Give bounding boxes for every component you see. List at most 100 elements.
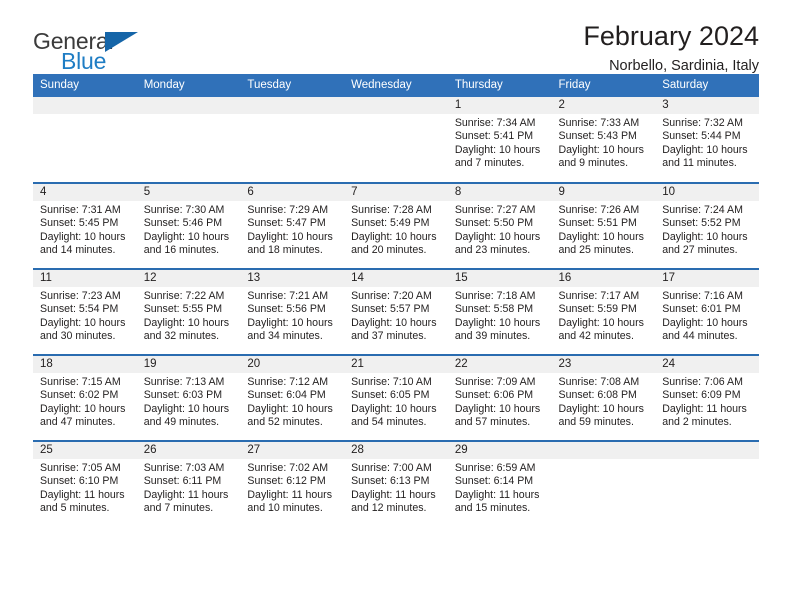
- daylight-text-line2: and 20 minutes.: [351, 244, 427, 257]
- day-cell[interactable]: 7 Sunrise: 7:28 AM Sunset: 5:49 PM Daylight…: [344, 182, 448, 269]
- sunrise-text: Sunrise: 7:10 AM: [351, 376, 432, 388]
- daylight-text-line2: and 7 minutes.: [143, 502, 214, 515]
- day-cell[interactable]: 24 Sunrise: 7:06 AM Sunset: 6:09 PM Dayligh…: [655, 354, 759, 441]
- day-cell[interactable]: 2 Sunrise: 7:33 AM Sunset: 5:43 PM Daylight…: [551, 97, 656, 183]
- day-details: Sunrise: 7:02 AM Sunset: 6:12 PM Daylight:…: [240, 459, 344, 516]
- day-number: [344, 97, 448, 114]
- daylight-text-line2: and 47 minutes.: [40, 416, 116, 429]
- sunset-text: Sunset: 5:43 PM: [558, 130, 637, 143]
- day-number: 28: [344, 442, 448, 459]
- day-cell[interactable]: 25 Sunrise: 7:05 AM Sunset: 6:10 PM Dayligh…: [33, 440, 137, 527]
- day-number: 25: [33, 442, 137, 459]
- daylight-text-line1: Daylight: 10 hours: [143, 230, 230, 243]
- sunset-text: Sunset: 5:59 PM: [558, 303, 637, 316]
- day-number: 8: [447, 184, 552, 201]
- daylight-text-line1: Daylight: 11 hours: [143, 488, 229, 501]
- day-number: 4: [33, 184, 137, 201]
- weekday-header-wednesday: Wednesday: [344, 74, 448, 97]
- daylight-text-line2: and 42 minutes.: [558, 330, 634, 343]
- sunrise-text: Sunrise: 7:15 AM: [40, 376, 121, 388]
- day-details: Sunrise: 6:59 AM Sunset: 6:14 PM Daylight:…: [448, 459, 552, 516]
- day-cell[interactable]: 4 Sunrise: 7:31 AM Sunset: 5:45 PM Daylight…: [33, 182, 137, 269]
- daylight-text-line1: Daylight: 10 hours: [454, 316, 541, 329]
- daylight-text-line1: Daylight: 10 hours: [662, 316, 748, 329]
- weekday-header-friday: Friday: [551, 74, 656, 97]
- day-cell[interactable]: 18 Sunrise: 7:15 AM Sunset: 6:02 PM Dayligh…: [33, 354, 137, 441]
- page-header: General Blue February 2024 Norbello, Sar…: [33, 0, 759, 74]
- sunrise-text: Sunrise: 7:26 AM: [558, 204, 640, 216]
- day-number: 26: [136, 442, 241, 459]
- day-details: Sunrise: 7:12 AM Sunset: 6:04 PM Daylight:…: [240, 373, 344, 430]
- daylight-text-line1: Daylight: 10 hours: [662, 230, 748, 243]
- sunset-text: Sunset: 5:54 PM: [40, 303, 119, 316]
- daylight-text-line1: Daylight: 11 hours: [662, 402, 747, 415]
- daylight-text-line2: and 18 minutes.: [247, 244, 323, 257]
- day-cell[interactable]: 3 Sunrise: 7:32 AM Sunset: 5:44 PM Daylight…: [655, 97, 759, 183]
- day-details: Sunrise: 7:24 AM Sunset: 5:52 PM Daylight:…: [655, 201, 759, 258]
- sunrise-text: Sunrise: 7:03 AM: [143, 462, 225, 474]
- calendar-week-row: 11 Sunrise: 7:23 AM Sunset: 5:54 PM Dayligh…: [33, 268, 759, 355]
- day-cell[interactable]: 17 Sunrise: 7:16 AM Sunset: 6:01 PM Dayligh…: [655, 268, 759, 355]
- day-cell[interactable]: 10 Sunrise: 7:24 AM Sunset: 5:52 PM Dayligh…: [655, 182, 759, 269]
- day-details: Sunrise: 7:20 AM Sunset: 5:57 PM Daylight:…: [344, 287, 448, 344]
- calendar-page: General Blue February 2024 Norbello, Sar…: [0, 0, 792, 612]
- day-cell[interactable]: 12 Sunrise: 7:22 AM Sunset: 5:55 PM Dayligh…: [136, 268, 241, 355]
- day-cell[interactable]: 5 Sunrise: 7:30 AM Sunset: 5:46 PM Daylight…: [136, 182, 241, 269]
- day-cell[interactable]: 26 Sunrise: 7:03 AM Sunset: 6:11 PM Dayligh…: [136, 440, 241, 527]
- day-cell[interactable]: 28 Sunrise: 7:00 AM Sunset: 6:13 PM Dayligh…: [344, 440, 448, 527]
- sunrise-text: Sunrise: 7:17 AM: [558, 290, 640, 302]
- day-cell-empty: [551, 440, 656, 527]
- calendar-week-row: 18 Sunrise: 7:15 AM Sunset: 6:02 PM Dayligh…: [33, 354, 759, 441]
- day-cell[interactable]: 9 Sunrise: 7:26 AM Sunset: 5:51 PM Daylight…: [551, 182, 656, 269]
- daylight-text-line2: and 12 minutes.: [351, 502, 427, 515]
- day-cell[interactable]: 23 Sunrise: 7:08 AM Sunset: 6:08 PM Dayligh…: [551, 354, 656, 441]
- day-cell[interactable]: 15 Sunrise: 7:18 AM Sunset: 5:58 PM Dayligh…: [447, 268, 552, 355]
- title-block: February 2024 Norbello, Sardinia, Italy: [583, 20, 759, 76]
- day-details: Sunrise: 7:30 AM Sunset: 5:46 PM Daylight:…: [137, 201, 241, 258]
- daylight-text-line1: Daylight: 10 hours: [558, 230, 644, 243]
- daylight-text-line1: Daylight: 10 hours: [558, 143, 644, 156]
- day-cell[interactable]: 8 Sunrise: 7:27 AM Sunset: 5:50 PM Daylight…: [447, 182, 552, 269]
- daylight-text-line1: Daylight: 10 hours: [454, 402, 541, 415]
- day-details: Sunrise: 7:34 AM Sunset: 5:41 PM Daylight:…: [448, 114, 552, 171]
- sunrise-text: Sunrise: 7:08 AM: [558, 376, 640, 388]
- day-cell[interactable]: 14 Sunrise: 7:20 AM Sunset: 5:57 PM Dayligh…: [344, 268, 448, 355]
- day-number: 10: [655, 184, 759, 201]
- day-cell[interactable]: 22 Sunrise: 7:09 AM Sunset: 6:06 PM Dayligh…: [447, 354, 552, 441]
- page-title: February 2024: [583, 21, 759, 51]
- sunset-text: Sunset: 5:41 PM: [454, 130, 534, 143]
- day-details: Sunrise: 7:05 AM Sunset: 6:10 PM Daylight:…: [33, 459, 137, 516]
- sunset-text: Sunset: 6:13 PM: [351, 475, 430, 488]
- day-cell[interactable]: 6 Sunrise: 7:29 AM Sunset: 5:47 PM Daylight…: [240, 182, 345, 269]
- day-details: Sunrise: 7:16 AM Sunset: 6:01 PM Daylight:…: [655, 287, 759, 344]
- day-cell[interactable]: 27 Sunrise: 7:02 AM Sunset: 6:12 PM Dayligh…: [240, 440, 345, 527]
- day-cell[interactable]: 20 Sunrise: 7:12 AM Sunset: 6:04 PM Dayligh…: [240, 354, 345, 441]
- day-details: Sunrise: 7:06 AM Sunset: 6:09 PM Daylight:…: [655, 373, 759, 430]
- sunset-text: Sunset: 6:03 PM: [143, 389, 223, 402]
- day-cell[interactable]: 1 Sunrise: 7:34 AM Sunset: 5:41 PM Daylight…: [447, 97, 552, 183]
- day-number: 6: [240, 184, 345, 201]
- day-cell[interactable]: 19 Sunrise: 7:13 AM Sunset: 6:03 PM Dayligh…: [136, 354, 241, 441]
- daylight-text-line2: and 57 minutes.: [454, 416, 531, 429]
- day-cell[interactable]: 11 Sunrise: 7:23 AM Sunset: 5:54 PM Dayligh…: [33, 268, 137, 355]
- day-number: 21: [344, 356, 448, 373]
- day-cell[interactable]: 16 Sunrise: 7:17 AM Sunset: 5:59 PM Dayligh…: [551, 268, 656, 355]
- day-number: 29: [447, 442, 552, 459]
- daylight-text-line1: Daylight: 10 hours: [662, 143, 748, 156]
- day-details: Sunrise: 7:28 AM Sunset: 5:49 PM Daylight:…: [344, 201, 448, 258]
- brand-logo[interactable]: General Blue: [33, 30, 163, 78]
- day-number: 1: [447, 97, 552, 114]
- daylight-text-line2: and 52 minutes.: [247, 416, 323, 429]
- sunset-text: Sunset: 5:51 PM: [558, 217, 637, 230]
- day-number: 19: [136, 356, 241, 373]
- day-number: 16: [551, 270, 656, 287]
- daylight-text-line2: and 5 minutes.: [40, 502, 110, 515]
- daylight-text-line1: Daylight: 10 hours: [143, 402, 230, 415]
- day-cell[interactable]: 21 Sunrise: 7:10 AM Sunset: 6:05 PM Dayligh…: [344, 354, 448, 441]
- weekday-header-tuesday: Tuesday: [240, 74, 345, 97]
- day-number: 7: [344, 184, 448, 201]
- day-cell[interactable]: 29 Sunrise: 6:59 AM Sunset: 6:14 PM Dayligh…: [447, 440, 552, 527]
- day-cell[interactable]: 13 Sunrise: 7:21 AM Sunset: 5:56 PM Dayligh…: [240, 268, 345, 355]
- daylight-text-line2: and 9 minutes.: [558, 157, 629, 170]
- daylight-text-line2: and 39 minutes.: [454, 330, 531, 343]
